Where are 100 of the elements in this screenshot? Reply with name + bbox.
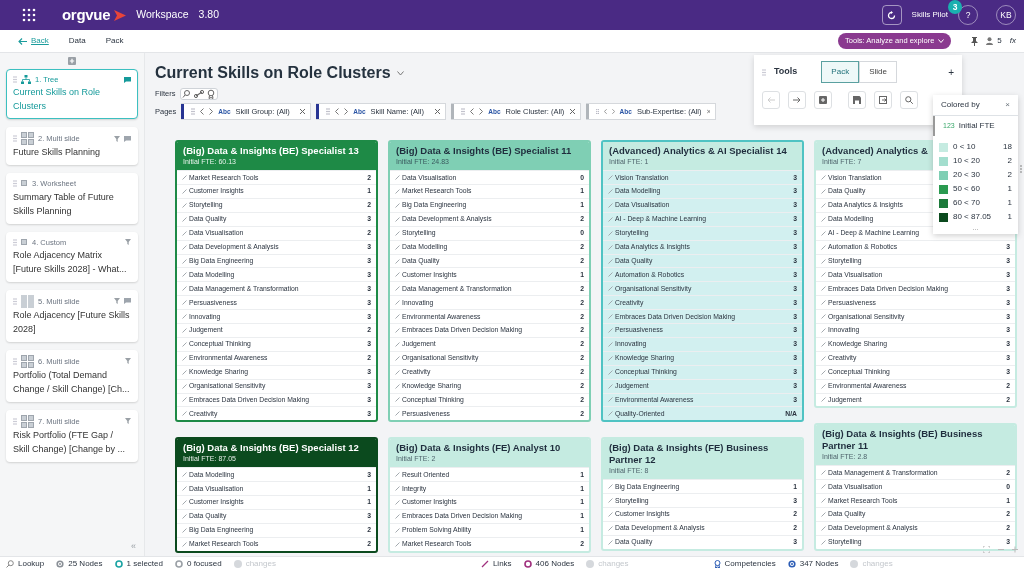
filter-icon[interactable] bbox=[125, 418, 131, 425]
link-icon bbox=[395, 300, 400, 306]
role-card[interactable] bbox=[601, 140, 804, 423]
back-icon bbox=[767, 96, 775, 104]
count-label: 18 bbox=[1003, 141, 1012, 153]
close-icon[interactable] bbox=[570, 109, 576, 115]
chevron-left-icon[interactable] bbox=[200, 108, 205, 116]
link-icon bbox=[821, 189, 826, 195]
link-icon bbox=[182, 328, 187, 333]
close-icon[interactable] bbox=[435, 109, 441, 115]
nav-tab[interactable]: Pack bbox=[105, 35, 124, 47]
comment-icon[interactable] bbox=[124, 135, 131, 142]
tab[interactable]: Slide bbox=[859, 61, 897, 83]
link-icon bbox=[608, 397, 613, 403]
link-icon bbox=[821, 216, 826, 222]
filter-icon[interactable] bbox=[125, 358, 131, 365]
link-icon bbox=[395, 286, 400, 292]
nav-tab[interactable]: Data bbox=[68, 35, 86, 47]
back-link[interactable]: Back bbox=[18, 35, 49, 47]
link-icon bbox=[182, 216, 187, 222]
link-icon bbox=[608, 272, 613, 278]
logo-arrow-icon bbox=[114, 9, 127, 21]
search-button[interactable] bbox=[900, 91, 918, 109]
user-menu[interactable]: Skills Pilot bbox=[911, 10, 948, 19]
field-name: Initial FTE bbox=[958, 120, 995, 132]
chevron-right-icon[interactable] bbox=[611, 108, 615, 116]
link-icon bbox=[608, 202, 613, 208]
caret-icon[interactable] bbox=[396, 70, 404, 76]
link-icon bbox=[395, 314, 400, 320]
chevron-right-icon[interactable] bbox=[479, 108, 484, 116]
drag-handle-icon bbox=[326, 108, 331, 116]
range-label: 0 < 10 bbox=[953, 141, 976, 153]
lookup-button[interactable]: Lookup bbox=[18, 558, 45, 570]
role-card[interactable] bbox=[388, 140, 591, 423]
link-icon bbox=[821, 244, 826, 250]
link-icon bbox=[395, 486, 400, 492]
filter-icon[interactable] bbox=[114, 298, 120, 305]
close-icon[interactable] bbox=[300, 109, 306, 115]
link-icon bbox=[395, 472, 400, 478]
slide-title: Future Skills Planning bbox=[13, 146, 102, 160]
filter-icon[interactable] bbox=[125, 239, 131, 246]
forward-button[interactable] bbox=[788, 91, 806, 109]
link-icon bbox=[182, 397, 187, 403]
link-icon bbox=[182, 541, 187, 547]
link-icon bbox=[821, 314, 826, 320]
add-icon bbox=[819, 96, 827, 104]
viewer-count: 5 bbox=[997, 35, 1002, 47]
comment-icon[interactable] bbox=[124, 298, 131, 305]
slide-title: Portfolio (Total Demand Change / Skill Change) [Ch... bbox=[13, 368, 131, 396]
chevron-left-icon[interactable] bbox=[335, 108, 340, 116]
link-icon bbox=[608, 341, 613, 347]
link-icon bbox=[395, 500, 400, 505]
search-icon[interactable] bbox=[6, 560, 14, 568]
link-icon bbox=[182, 500, 187, 505]
link-icon bbox=[182, 258, 187, 264]
link-icon bbox=[182, 314, 187, 320]
chevron-right-icon[interactable] bbox=[344, 108, 349, 116]
notification-badge: 3 bbox=[948, 0, 962, 14]
link-icon bbox=[608, 525, 613, 531]
refresh-button[interactable] bbox=[881, 5, 902, 25]
count-label: 1 bbox=[1007, 211, 1012, 223]
role-card[interactable] bbox=[175, 140, 378, 423]
add-button[interactable]: + bbox=[948, 64, 954, 80]
link-icon bbox=[395, 272, 400, 278]
link-icon bbox=[182, 202, 187, 208]
link-icon bbox=[395, 397, 400, 403]
link-icon bbox=[608, 498, 613, 504]
close-icon[interactable] bbox=[706, 109, 711, 115]
export-button[interactable] bbox=[874, 91, 892, 109]
count-label: 1 bbox=[1007, 197, 1012, 209]
thumbnail-icon bbox=[21, 180, 28, 188]
status-label: 0 focused bbox=[186, 558, 222, 570]
drag-handle-icon bbox=[461, 108, 466, 116]
tab[interactable]: Pack bbox=[821, 61, 860, 83]
chevron-right-icon[interactable] bbox=[209, 108, 214, 116]
comment-icon[interactable] bbox=[124, 76, 131, 83]
link-icon bbox=[395, 328, 400, 333]
link-icon bbox=[182, 486, 187, 492]
filter-icon[interactable] bbox=[114, 135, 120, 142]
add-button[interactable] bbox=[814, 91, 832, 109]
card-title: (Big) Data & Insights (FE) Analyst 10 bbox=[396, 442, 561, 455]
add-slide-icon[interactable] bbox=[68, 57, 76, 65]
status-label: 1 selected bbox=[126, 558, 163, 570]
forward-icon bbox=[793, 96, 801, 104]
link-icon bbox=[395, 411, 400, 417]
pin-icon[interactable] bbox=[971, 36, 979, 46]
chevron-left-icon[interactable] bbox=[470, 108, 475, 116]
apps-menu-icon[interactable] bbox=[22, 8, 36, 22]
link-icon bbox=[395, 341, 400, 347]
close-button[interactable]: × bbox=[1005, 99, 1010, 111]
slide-title: Risk Portfolio (FTE Gap / Skill Change) [Change by ... bbox=[13, 428, 127, 456]
link-icon bbox=[395, 175, 400, 181]
formula-button[interactable]: fx bbox=[1009, 35, 1016, 47]
chevron-left-icon[interactable] bbox=[603, 108, 607, 116]
count-label: 2 bbox=[1007, 155, 1012, 167]
link-icon bbox=[821, 383, 826, 389]
thumbnails-icon bbox=[21, 414, 34, 428]
link-icon bbox=[608, 258, 613, 264]
save-button[interactable] bbox=[848, 91, 866, 109]
link-icon[interactable] bbox=[193, 89, 206, 99]
